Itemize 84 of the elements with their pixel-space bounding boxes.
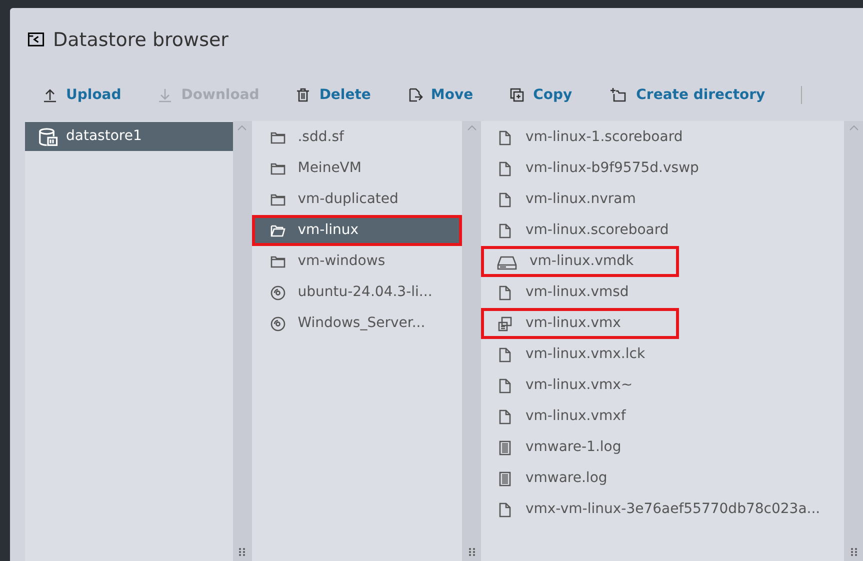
folder-item[interactable]: ubuntu-24.04.3-li... <box>252 277 462 308</box>
file-item[interactable]: vmware-1.log <box>481 432 634 463</box>
folder-item[interactable]: vm-linux <box>252 215 462 246</box>
add-folder-icon <box>608 87 628 103</box>
datastore-name: datastore1 <box>66 127 142 146</box>
disc-icon <box>270 284 286 300</box>
folder-icon <box>270 130 286 146</box>
file-icon <box>497 160 514 176</box>
toolbar-button[interactable]: Delete <box>295 84 371 106</box>
folder-item[interactable]: vm-duplicated <box>252 184 462 215</box>
window-title: Datastore browser <box>53 28 228 53</box>
datastore-item[interactable]: datastore1 <box>25 122 233 151</box>
open-folder-icon <box>270 222 286 238</box>
file-name: vm-linux.vmxf <box>525 407 626 426</box>
folder-item[interactable]: MeineVM <box>252 153 462 184</box>
file-item[interactable]: vm-linux.vmx.lck <box>481 339 658 370</box>
toolbar-button[interactable]: Copy <box>509 84 572 106</box>
file-item[interactable]: vm-linux.vmsd <box>481 277 641 308</box>
folder-name: .sdd.sf <box>298 128 344 147</box>
folder-name: vm-linux <box>298 221 359 240</box>
trash-icon <box>295 87 312 103</box>
folder-item[interactable]: .sdd.sf <box>252 122 462 153</box>
file-name: vm-linux.nvram <box>525 190 636 209</box>
scrollbar[interactable] <box>462 121 482 561</box>
scrollbar[interactable] <box>844 121 863 561</box>
file-icon <box>497 502 514 518</box>
file-name: vm-linux-1.scoreboard <box>525 128 683 147</box>
download-icon <box>157 87 174 103</box>
file-icon <box>497 378 514 394</box>
scroll-up-icon[interactable] <box>237 125 248 131</box>
copy-icon <box>509 87 526 103</box>
file-item[interactable]: vm-linux.vmdk <box>481 246 680 277</box>
file-name: vmware.log <box>525 469 608 488</box>
file-name: vm-linux.vmx <box>525 314 621 333</box>
file-icon <box>497 284 514 300</box>
file-name: vm-linux.vmx~ <box>525 376 633 395</box>
file-icon <box>497 222 514 238</box>
file-item[interactable]: vm-linux.nvram <box>481 184 648 215</box>
file-item[interactable]: vmware.log <box>481 463 620 494</box>
folder-item[interactable]: vm-windows <box>252 246 462 277</box>
folder-icon <box>270 160 286 176</box>
folder-icon <box>270 254 286 270</box>
resize-grip-icon[interactable] <box>468 547 476 557</box>
file-item[interactable]: vm-linux-b9f9575d.vswp <box>481 153 711 184</box>
datastore-icon <box>38 126 58 146</box>
toolbar-button[interactable]: Upload <box>42 84 122 106</box>
resize-grip-icon[interactable] <box>850 547 858 557</box>
resize-grip-icon[interactable] <box>238 547 246 557</box>
folder-icon <box>270 192 286 208</box>
file-item[interactable]: vm-linux.vmx <box>481 308 680 339</box>
scroll-up-icon[interactable] <box>466 125 477 131</box>
disc-icon <box>270 316 286 332</box>
file-name: vm-linux.vmsd <box>525 283 629 302</box>
folder-name: Windows_Server... <box>298 314 426 333</box>
file-item[interactable]: vmx-vm-linux-3e76aef55770db78c023a... <box>481 494 832 525</box>
log-file-icon <box>497 470 514 486</box>
file-item[interactable]: vm-linux.vmx~ <box>481 370 645 401</box>
folder-name: vm-duplicated <box>298 190 398 209</box>
upload-icon <box>42 87 58 103</box>
folder-item[interactable]: Windows_Server... <box>252 308 462 339</box>
file-name: vmware-1.log <box>525 438 622 457</box>
file-item[interactable]: vm-linux-1.scoreboard <box>481 122 695 153</box>
file-icon <box>497 408 514 424</box>
file-item[interactable]: vm-linux.vmxf <box>481 401 638 432</box>
file-name: vmx-vm-linux-3e76aef55770db78c023a... <box>525 500 820 519</box>
file-icon <box>497 130 514 146</box>
file-icon <box>497 346 514 362</box>
virtual-machine-icon <box>497 316 514 332</box>
toolbar-button[interactable]: Move <box>406 84 474 106</box>
toolbar-button[interactable]: Create directory <box>608 84 766 106</box>
file-icon <box>497 192 514 208</box>
folder-name: vm-windows <box>298 252 386 271</box>
folder-name: MeineVM <box>298 159 362 178</box>
file-name: vm-linux.scoreboard <box>525 221 669 240</box>
scrollbar[interactable] <box>232 121 252 561</box>
scroll-up-icon[interactable] <box>848 125 859 131</box>
file-name: vm-linux-b9f9575d.vswp <box>525 159 699 178</box>
datastore-browser-icon <box>27 31 45 49</box>
file-name: vm-linux.vmdk <box>529 252 634 271</box>
log-file-icon <box>497 440 514 456</box>
file-name: vm-linux.vmx.lck <box>525 345 646 364</box>
file-item[interactable]: vm-linux.scoreboard <box>481 215 681 246</box>
move-icon <box>406 87 423 103</box>
folder-name: ubuntu-24.04.3-li... <box>298 283 432 302</box>
